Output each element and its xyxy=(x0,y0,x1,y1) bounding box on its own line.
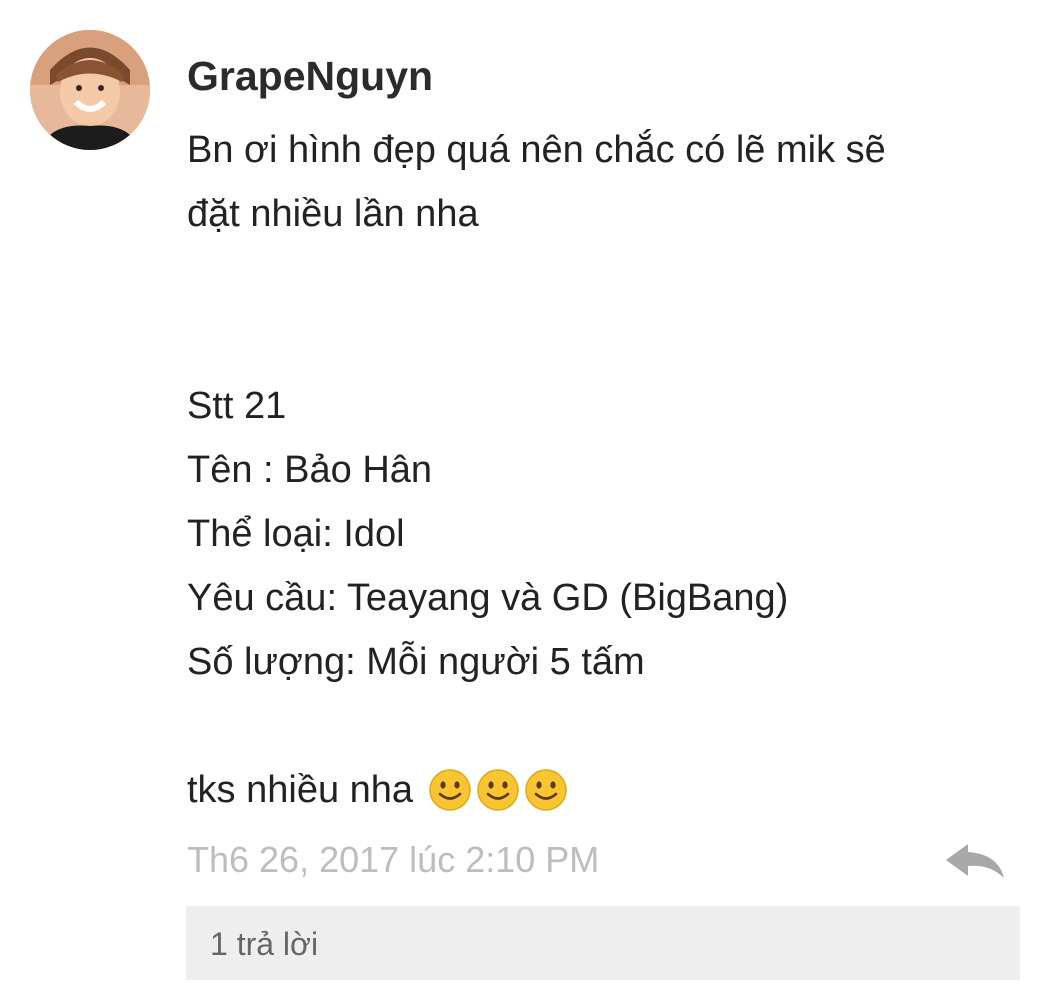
avatar-photo xyxy=(30,30,150,150)
replies-count-label: 1 trả lời xyxy=(210,926,319,962)
body-line: Yêu cầu: Teayang và GD (BigBang) xyxy=(187,577,789,619)
author-name[interactable]: GrapeNguyn xyxy=(187,52,433,100)
body-line-text: tks nhiều nha xyxy=(187,769,414,811)
comment-body: Bn ơi hình đẹp quá nên chắc có lẽ mik sẽ… xyxy=(187,118,987,822)
reply-arrow-icon[interactable] xyxy=(940,838,1008,882)
body-line: Bn ơi hình đẹp quá nên chắc có lẽ mik sẽ xyxy=(187,129,886,171)
body-line-blank xyxy=(187,694,987,758)
comment-card: GrapeNguyn Bn ơi hình đẹp quá nên chắc c… xyxy=(0,0,1038,1006)
body-line: Stt 21 xyxy=(187,385,287,427)
body-line: Tên : Bảo Hân xyxy=(187,449,433,491)
body-line-with-emoji: tks nhiều nha xyxy=(187,758,987,822)
comment-timestamp: Th6 26, 2017 lúc 2:10 PM xyxy=(187,839,600,880)
smiling-face-emoji-icon xyxy=(476,769,519,811)
author-avatar[interactable] xyxy=(30,30,150,150)
smiling-face-emoji-icon xyxy=(428,769,471,811)
replies-button[interactable]: 1 trả lời xyxy=(186,906,1020,980)
body-line: Thể loại: Idol xyxy=(187,513,405,555)
smiling-face-emoji-icon xyxy=(524,769,567,811)
body-line-blank xyxy=(187,246,987,310)
body-line: Số lượng: Mỗi người 5 tấm xyxy=(187,641,645,683)
body-line-blank xyxy=(187,310,987,374)
body-line: đặt nhiều lần nha xyxy=(187,193,479,235)
emoji-row xyxy=(428,760,572,824)
